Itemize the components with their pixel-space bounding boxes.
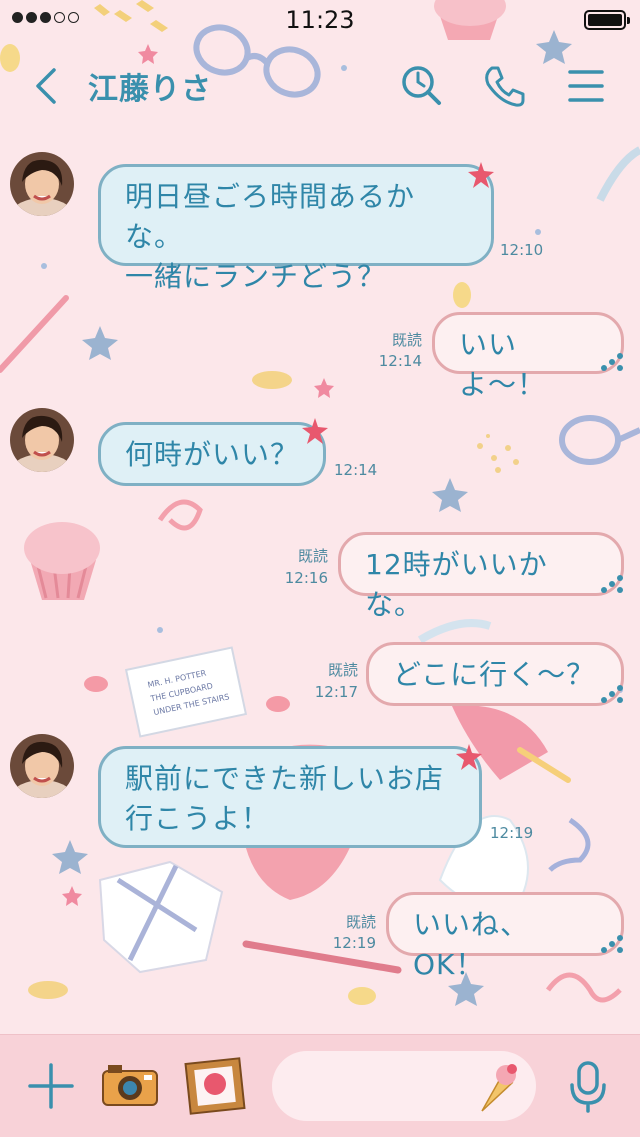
camera-icon[interactable] — [100, 1061, 160, 1111]
star-decoration — [82, 326, 118, 360]
message-text: どこに行く〜？ — [393, 658, 596, 691]
message-input-bar — [0, 1034, 640, 1137]
message-text: いいね、OK！ — [413, 908, 530, 981]
bean-decoration — [84, 676, 108, 692]
avatar-photo — [10, 152, 74, 216]
dots-icon — [601, 685, 623, 703]
star-decoration — [62, 886, 82, 906]
read-receipt: 既読 — [297, 547, 328, 565]
star-decoration — [432, 478, 468, 512]
message-bubble-incoming[interactable]: 何時がいい？ — [98, 422, 326, 486]
feather-decoration — [417, 619, 492, 644]
coin-decoration — [28, 981, 68, 999]
message-time: 12:17 — [314, 683, 358, 701]
message-time: 12:14 — [378, 352, 422, 370]
sticker-icon[interactable] — [476, 1061, 520, 1113]
read-receipt: 既読 — [327, 661, 358, 679]
message-bubble-outgoing[interactable]: いいね、OK！ — [386, 892, 624, 981]
gift-box-decoration — [98, 860, 224, 974]
chat-header: 江藤りさ — [0, 40, 640, 130]
bean-decoration — [266, 696, 290, 712]
dots-icon — [601, 935, 623, 953]
message-time: 12:19 — [490, 824, 534, 842]
contact-name[interactable]: 江藤りさ — [88, 64, 212, 108]
battery-icon — [584, 10, 630, 30]
feather-decoration — [596, 146, 640, 202]
message-time: 12:10 — [500, 241, 544, 259]
read-receipt: 既読 — [391, 331, 422, 349]
back-icon[interactable] — [28, 64, 68, 108]
message-time: 12:16 — [284, 569, 328, 587]
avatar-photo — [10, 734, 74, 798]
menu-icon[interactable] — [562, 62, 610, 110]
cupcake-decoration — [24, 522, 100, 600]
read-receipt: 既読 — [345, 913, 376, 931]
squiggle-decoration — [548, 817, 591, 872]
sparkle-icon — [456, 744, 482, 770]
star-decoration — [314, 378, 334, 398]
message-bubble-incoming[interactable]: 明日昼ごろ時間あるかな。 一緒にランチどう？ — [98, 164, 494, 293]
message-text: 一緒にランチどう？ — [125, 260, 387, 293]
image-icon[interactable] — [184, 1057, 246, 1115]
message-text: 12時がいいかな。 — [365, 548, 548, 621]
status-time: 11:23 — [285, 6, 355, 34]
sparkle-icon — [468, 162, 494, 188]
message-text: 何時がいい？ — [125, 438, 300, 471]
contact-avatar[interactable] — [10, 734, 74, 798]
contact-avatar[interactable] — [10, 152, 74, 216]
star-decoration — [52, 840, 88, 874]
squiggle-decoration — [157, 499, 203, 531]
status-bar: 11:23 — [0, 0, 640, 40]
message-text: いいよ〜！ — [459, 328, 547, 401]
glasses-decoration — [559, 415, 640, 465]
message-bubble-outgoing[interactable]: いいよ〜！ — [432, 312, 624, 401]
dots-icon — [601, 353, 623, 371]
message-time: 12:14 — [334, 461, 378, 479]
message-text: 行こうよ！ — [125, 802, 271, 835]
bean-decoration — [348, 987, 376, 1005]
phone-icon[interactable] — [480, 62, 528, 110]
plus-icon[interactable] — [26, 1061, 76, 1111]
search-icon[interactable] — [398, 62, 446, 110]
dots-icon — [601, 575, 623, 593]
pencil-decoration — [0, 295, 69, 373]
message-input[interactable] — [272, 1051, 536, 1121]
sparkle-icon — [302, 418, 328, 444]
contact-avatar[interactable] — [10, 408, 74, 472]
message-bubble-incoming[interactable]: 駅前にできた新しいお店 行こうよ！ — [98, 746, 482, 848]
avatar-photo — [10, 408, 74, 472]
message-text: 明日昼ごろ時間あるかな。 — [125, 180, 416, 253]
message-time: 12:19 — [332, 934, 376, 952]
coin-decoration — [252, 371, 292, 389]
microphone-icon[interactable] — [566, 1059, 610, 1115]
message-bubble-outgoing[interactable]: どこに行く〜？ — [366, 642, 624, 706]
message-bubble-outgoing[interactable]: 12時がいいかな。 — [338, 532, 624, 621]
message-text: 駅前にできた新しいお店 — [125, 762, 445, 795]
envelope-decoration: MR. H. POTTER THE CUPBOARD UNDER THE STA… — [124, 646, 248, 738]
